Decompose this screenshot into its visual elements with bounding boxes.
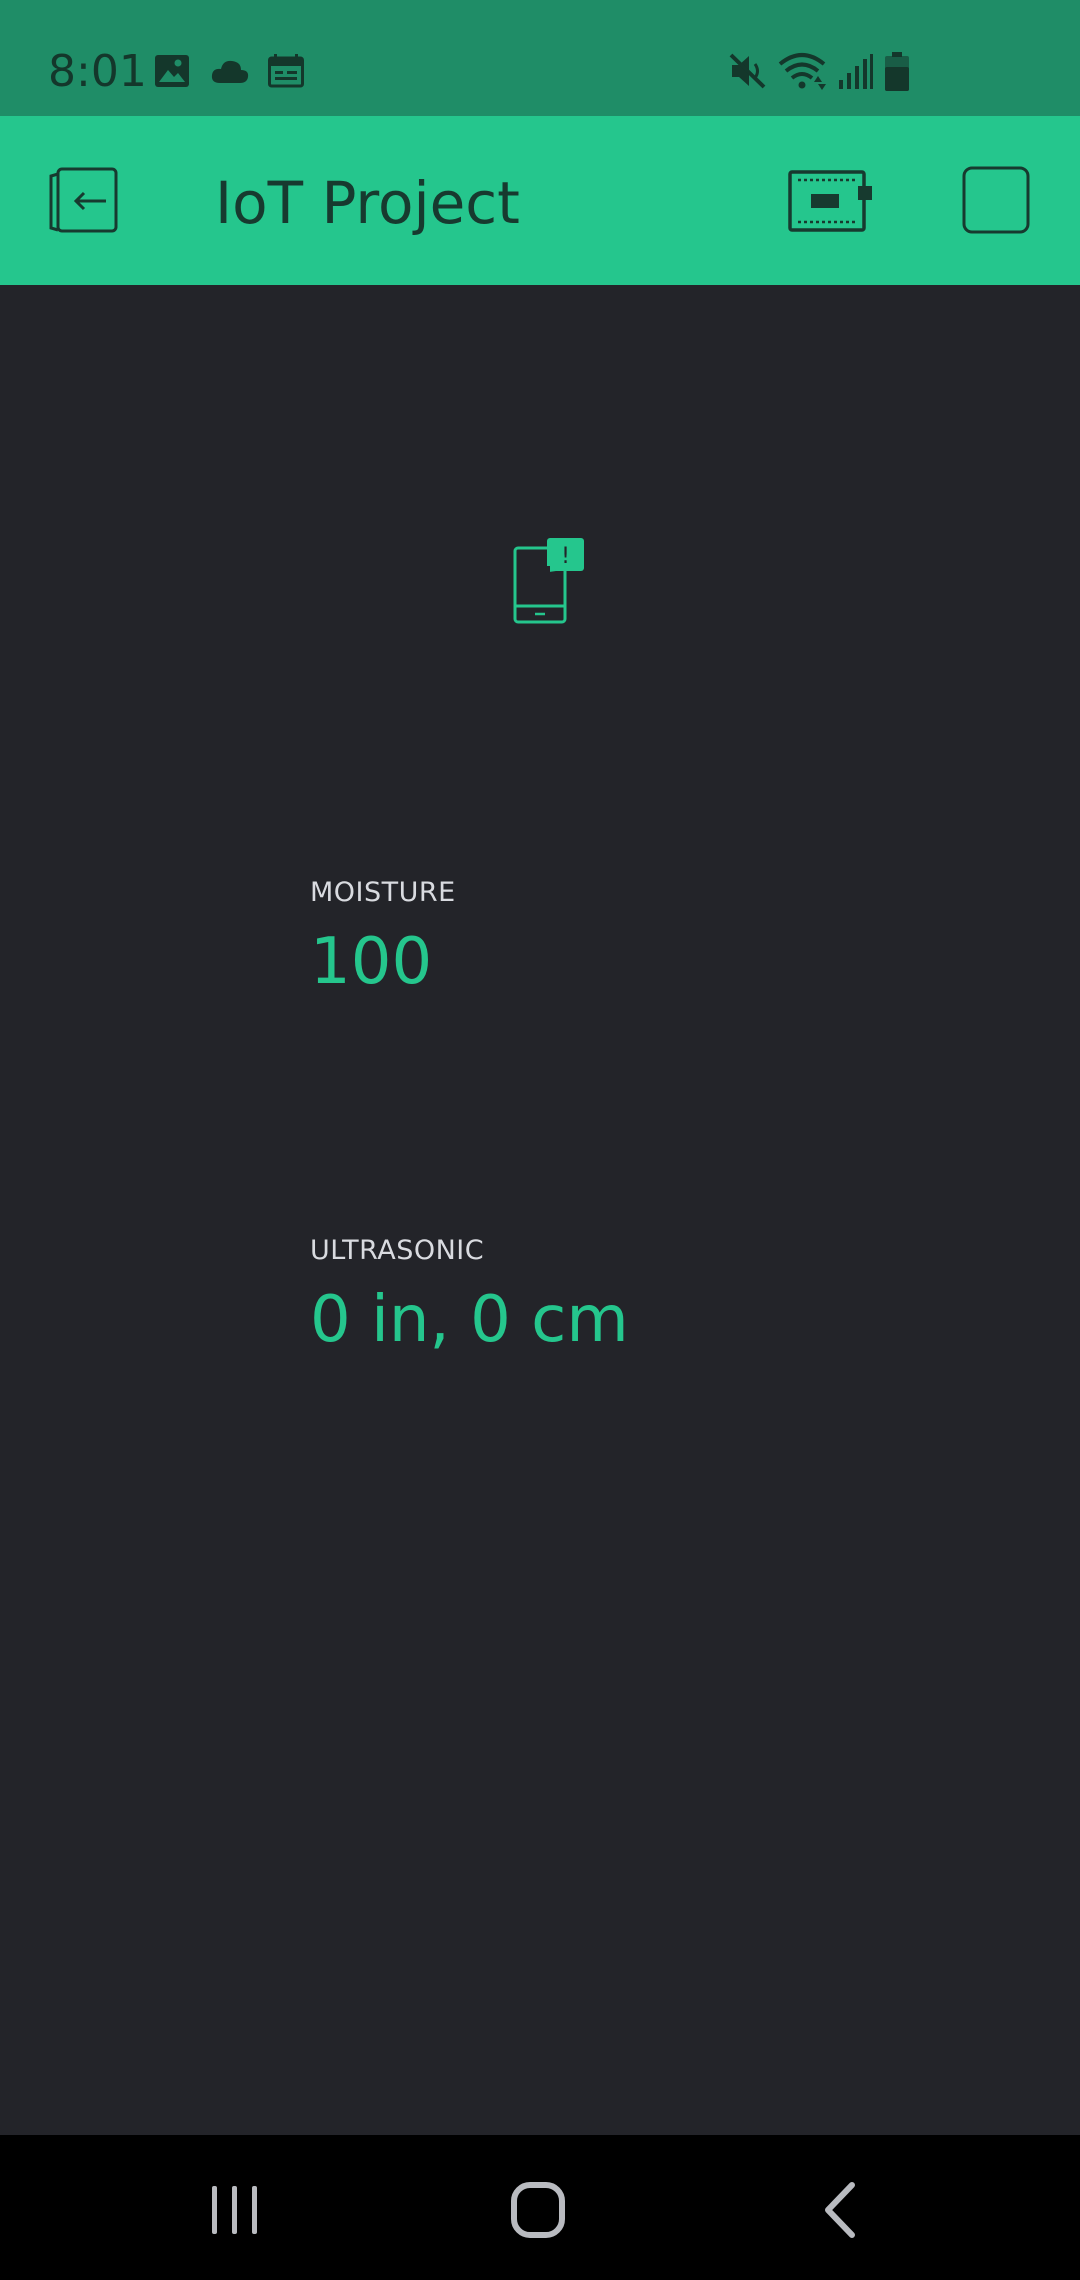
widget-value: 100	[310, 925, 433, 999]
calendar-icon	[268, 54, 304, 88]
wifi-icon	[778, 53, 826, 90]
stop-icon[interactable]	[962, 166, 1030, 234]
widget-label: ULTRASONIC	[310, 1235, 485, 1266]
status-bar: 8:01	[0, 0, 1080, 116]
signal-icon	[839, 54, 873, 89]
page-title: IoT Project	[215, 169, 520, 237]
notification-badge: !	[561, 544, 570, 569]
widget-label: MOISTURE	[310, 877, 456, 908]
image-icon	[155, 55, 189, 87]
home-icon[interactable]	[510, 2181, 566, 2239]
mute-icon	[729, 53, 766, 89]
back-nav-icon[interactable]	[820, 2181, 860, 2239]
dashboard-canvas: ! MOISTURE 100 ULTRASONIC 0 in, 0 cm	[0, 285, 1080, 2135]
app-bar: IoT Project	[0, 116, 1080, 285]
cloud-icon	[211, 60, 249, 83]
status-time: 8:01	[48, 46, 147, 97]
recents-icon[interactable]	[208, 2183, 262, 2237]
back-icon[interactable]	[48, 166, 120, 236]
nav-bar	[0, 2135, 1080, 2280]
widget-value: 0 in, 0 cm	[310, 1283, 629, 1357]
phone-alert-icon[interactable]: !	[512, 538, 586, 624]
battery-icon	[885, 52, 909, 91]
device-icon[interactable]	[788, 170, 874, 234]
